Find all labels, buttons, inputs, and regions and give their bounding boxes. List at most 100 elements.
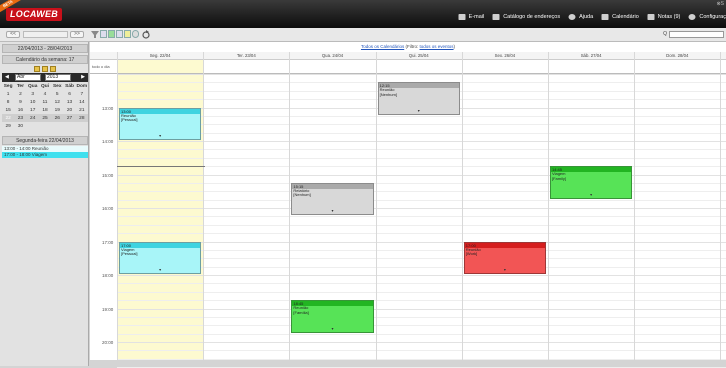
day-view-icon[interactable] xyxy=(108,30,115,38)
event-calendar: [Pessoal] xyxy=(121,251,138,256)
week-icon[interactable] xyxy=(42,65,48,72)
resize-handle-icon[interactable]: ▾ xyxy=(331,209,333,213)
resize-handle-icon[interactable]: ▾ xyxy=(590,192,592,197)
event-calendar: [Família] xyxy=(293,309,309,315)
email-icon xyxy=(458,14,466,20)
month-select[interactable]: Abr xyxy=(15,74,41,81)
nav-label: E-mail xyxy=(468,14,485,20)
day-header-0[interactable]: Seg. 22/04 xyxy=(117,52,203,60)
new-event-icon[interactable] xyxy=(100,30,107,38)
mini-cal-day[interactable]: 27 xyxy=(63,114,76,122)
mini-cal-day[interactable]: 1 xyxy=(2,90,14,98)
month-icon[interactable] xyxy=(50,65,56,72)
mini-cal-day[interactable]: 4 xyxy=(39,90,51,98)
calendar-event[interactable]: 17:00 Viagem [Pessoal] ▾ xyxy=(119,241,202,274)
mini-cal-day[interactable]: 26 xyxy=(51,114,64,122)
calendar-event[interactable]: 18:45 Reunião [Família] ▾ xyxy=(291,300,374,333)
day-header-2[interactable]: Qua. 24/04 xyxy=(289,52,375,60)
nav-help[interactable]: Ajuda xyxy=(568,13,593,21)
day-header-1[interactable]: Ter. 23/04 xyxy=(203,52,289,60)
resize-handle-icon[interactable]: ▾ xyxy=(331,326,333,331)
nav-email[interactable]: E-mail xyxy=(458,13,485,21)
day-divider xyxy=(634,52,636,360)
resize-handle-icon[interactable]: ▾ xyxy=(159,134,161,138)
mini-cal-day[interactable]: 12 xyxy=(51,98,63,106)
all-calendars-link[interactable]: Todos os Calendários xyxy=(361,44,404,49)
day-event-item[interactable]: 17:00 - 18:00 Viagem xyxy=(2,152,88,158)
calendar-event[interactable]: 13:00 Reunião [Pessoal] ▾ xyxy=(119,107,202,140)
mini-cal-day[interactable]: 24 xyxy=(26,114,39,122)
next-month-icon[interactable]: ▶ xyxy=(81,73,85,82)
calendar-event[interactable]: 12:15 Reunião [Nenhum] ▾ xyxy=(377,82,460,115)
all-day-label: todo o dia xyxy=(92,64,110,69)
print-icon[interactable] xyxy=(132,30,139,38)
mini-cal-day[interactable]: 2 xyxy=(14,90,26,98)
event-calendar: [Nenhum] xyxy=(379,91,397,97)
search-input[interactable] xyxy=(669,31,724,38)
prev-week-button[interactable]: << xyxy=(6,31,20,38)
mini-cal-day[interactable]: 3 xyxy=(27,90,39,98)
filter-icon[interactable] xyxy=(91,30,99,39)
mini-cal-day[interactable]: 10 xyxy=(27,98,39,106)
mini-cal-day[interactable]: 23 xyxy=(14,114,27,122)
mini-cal-day[interactable]: 6 xyxy=(63,90,75,98)
mini-cal-day[interactable]: 19 xyxy=(51,106,63,114)
month-view-icon[interactable] xyxy=(124,30,131,38)
mini-cal-day[interactable]: 28 xyxy=(75,114,88,122)
mini-cal-day[interactable]: 16 xyxy=(14,106,26,114)
mini-cal-day[interactable]: 29 xyxy=(2,122,14,130)
mini-cal-day xyxy=(51,122,63,130)
mini-cal-day[interactable]: 14 xyxy=(76,98,88,106)
top-bar: BETA LOCAWEB ⊗S E-mail Catálogo de endere… xyxy=(0,0,726,28)
mini-cal-day[interactable]: 9 xyxy=(14,98,26,106)
prev-month-icon[interactable]: ◀ xyxy=(5,73,9,82)
mini-cal-day[interactable]: 25 xyxy=(38,114,52,122)
mini-cal-day[interactable]: 30 xyxy=(14,122,26,130)
mini-cal-day[interactable]: 18 xyxy=(39,106,51,114)
close-icon[interactable]: ⊗S xyxy=(716,1,724,7)
calendar-event[interactable]: 14:45 Viagem [Family] ▾ xyxy=(550,166,633,199)
locaweb-logo[interactable]: LOCAWEB xyxy=(6,8,63,21)
date-field[interactable] xyxy=(23,31,68,38)
event-calendar: [Pessoal] xyxy=(121,117,138,122)
mini-cal-day[interactable]: 15 xyxy=(2,106,14,114)
hour-label: 16:00 xyxy=(102,206,114,211)
nav-contacts[interactable]: Catálogo de endereços xyxy=(492,13,560,21)
mini-cal-day[interactable]: 21 xyxy=(76,106,88,114)
hour-label: 15:00 xyxy=(102,172,114,178)
mini-cal-day[interactable]: 17 xyxy=(27,106,39,114)
refresh-icon[interactable] xyxy=(142,30,150,39)
toolbar: << >> Q xyxy=(0,28,726,42)
mini-cal-day[interactable]: 8 xyxy=(2,98,14,106)
mini-cal-day[interactable]: 7 xyxy=(76,90,88,98)
day-header-5[interactable]: Sáb. 27/04 xyxy=(548,52,634,60)
week-view-icon[interactable] xyxy=(116,30,123,38)
weekday-label: Ter xyxy=(16,83,24,89)
nav-notes[interactable]: Notas (9) xyxy=(647,13,680,21)
mini-cal-day[interactable]: 13 xyxy=(63,98,75,106)
all-day-row[interactable]: todo o dia xyxy=(90,60,726,74)
mini-cal-day[interactable]: 5 xyxy=(51,90,63,98)
day-header-6[interactable]: Dom. 28/04 xyxy=(634,52,720,60)
mini-cal-day[interactable]: 20 xyxy=(63,106,75,114)
nav-gear[interactable]: Configuraç xyxy=(688,13,726,21)
today-icon[interactable] xyxy=(34,65,40,72)
filter-link[interactable]: todos os eventos xyxy=(420,44,454,49)
day-header-3[interactable]: Qui. 25/04 xyxy=(376,52,462,60)
resize-handle-icon[interactable]: ▾ xyxy=(504,268,506,272)
next-week-button[interactable]: >> xyxy=(70,31,84,38)
mini-cal-day[interactable]: 11 xyxy=(39,98,51,106)
year-select[interactable]: 2013 xyxy=(45,74,71,81)
mini-cal-day xyxy=(27,122,39,130)
mini-cal-day[interactable]: 22 xyxy=(2,114,15,122)
bottom-bar xyxy=(90,360,726,366)
nav-calendar[interactable]: Calendário xyxy=(601,13,639,21)
calendar-event[interactable]: 15:15 Relatório [Nenhum] ▾ xyxy=(291,182,374,216)
day-header-4[interactable]: Sex. 26/04 xyxy=(462,52,548,60)
mini-tools xyxy=(2,64,88,73)
resize-handle-icon[interactable]: ▾ xyxy=(159,268,161,272)
resize-handle-icon[interactable]: ▾ xyxy=(418,108,420,113)
calendar-event[interactable]: 17:00 Reunião [Work] ▾ xyxy=(463,241,546,274)
day-divider xyxy=(375,52,377,360)
day-divider xyxy=(117,52,118,360)
